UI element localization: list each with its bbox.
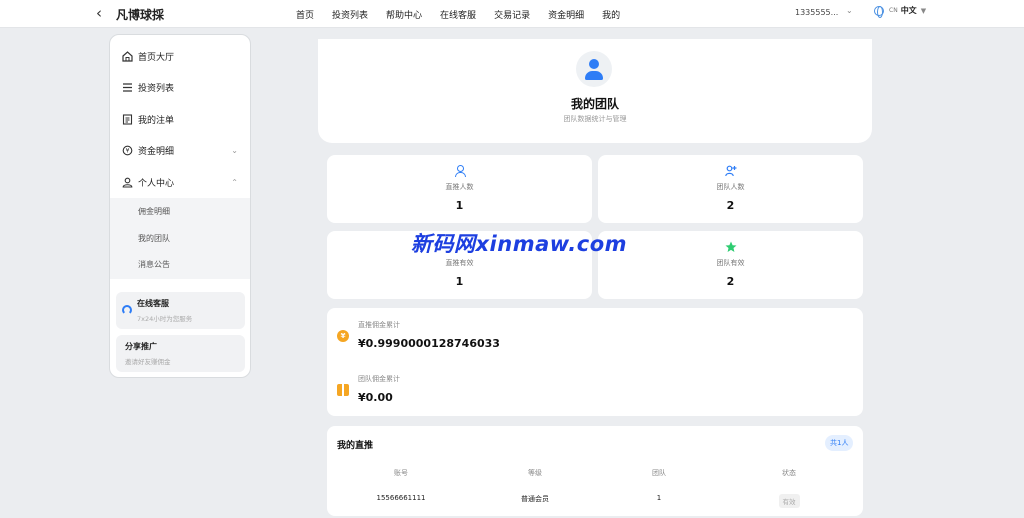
chevron-up-icon: ⌃: [231, 177, 238, 187]
count-badge: 共1人: [825, 435, 854, 451]
sidebar: 首页大厅 投资列表 我的注单 ¥ 资金明细 ⌄ 个人中心 ⌃ 佣金明细 我的团队…: [109, 34, 251, 378]
nav-transactions[interactable]: 交易记录: [494, 8, 530, 21]
nav-investments[interactable]: 投资列表: [332, 8, 368, 21]
page-subtitle: 团队数据统计与管理: [563, 115, 627, 123]
column-header-account: 账号: [394, 469, 408, 477]
sidebar-item-profile[interactable]: 个人中心 ⌃: [110, 168, 250, 196]
commission-card: ¥ 直推佣金累计 ¥0.9990000128746033 团队佣金累计 ¥0.0…: [327, 308, 863, 416]
submenu-announcements[interactable]: 消息公告: [138, 259, 170, 270]
brand-title: 凡博球採: [116, 8, 165, 22]
globe-icon: [874, 5, 884, 18]
caret-down-icon: ▼: [920, 6, 927, 15]
sidebar-item-home[interactable]: 首页大厅: [110, 42, 250, 70]
language-code: CN: [889, 7, 898, 14]
sidebar-item-funds[interactable]: ¥ 资金明细 ⌄: [110, 136, 250, 164]
direct-commission-value: ¥0.9990000128746033: [358, 337, 500, 350]
chevron-down-icon: ⌄: [231, 145, 238, 155]
stat-label: 团队有效: [716, 259, 745, 267]
submenu-commission[interactable]: 佣金明细: [138, 206, 170, 217]
stat-value: 2: [726, 199, 735, 212]
share-subtitle: 邀请好友赚佣金: [125, 358, 171, 366]
user-icon: [589, 59, 599, 69]
service-title: 在线客服: [137, 299, 169, 308]
profile-submenu: 佣金明细 我的团队 消息公告: [110, 198, 250, 279]
share-promo-card[interactable]: 分享推广 邀请好友赚佣金: [116, 335, 245, 372]
stat-value: 1: [455, 199, 464, 212]
sidebar-item-label: 资金明细: [138, 146, 175, 157]
direct-commission-label: 直推佣金累计: [358, 321, 400, 329]
nav-help[interactable]: 帮助中心: [386, 8, 422, 21]
user-add-icon: [598, 165, 863, 180]
cell-team: 1: [656, 494, 662, 502]
top-nav: 首页 投资列表 帮助中心 在线客服 交易记录 资金明细 我的: [296, 8, 638, 21]
sidebar-item-label: 个人中心: [138, 178, 175, 189]
user-icon: [121, 176, 133, 188]
chevron-down-icon[interactable]: ⌄: [846, 6, 853, 15]
home-icon: [121, 50, 133, 62]
service-subtitle: 7x24小时为您服务: [137, 315, 193, 323]
sidebar-item-label: 投资列表: [138, 83, 175, 94]
svg-text:¥: ¥: [125, 147, 129, 154]
stat-label: 团队人数: [716, 183, 745, 191]
list-icon: [121, 81, 133, 93]
online-service-card[interactable]: 在线客服 7x24小时为您服务: [116, 292, 245, 329]
nav-home[interactable]: 首页: [296, 8, 314, 21]
document-icon: [121, 113, 133, 125]
nav-mine[interactable]: 我的: [602, 8, 620, 21]
submenu-my-team[interactable]: 我的团队: [138, 233, 170, 244]
status-badge: 有效: [778, 494, 800, 508]
account-menu[interactable]: 1335555...: [795, 8, 838, 17]
stat-team-valid: 团队有效 2: [598, 231, 863, 299]
top-bar: ‹ 凡博球採 首页 投资列表 帮助中心 在线客服 交易记录 资金明细 我的 13…: [0, 0, 1024, 28]
cell-status: 有效: [722, 494, 856, 508]
sidebar-item-orders[interactable]: 我的注单: [110, 105, 250, 133]
avatar: [576, 51, 612, 87]
share-title: 分享推广: [125, 342, 157, 351]
language-selector[interactable]: CN 中文 ▼: [874, 5, 927, 18]
stat-value: 2: [726, 275, 735, 288]
stat-direct-count: 直推人数 1: [327, 155, 592, 223]
sidebar-item-label: 首页大厅: [138, 52, 175, 63]
column-header-level: 等级: [528, 469, 542, 477]
gift-icon: [337, 384, 349, 396]
coin-icon: ¥: [337, 330, 349, 342]
nav-funds[interactable]: 资金明细: [548, 8, 584, 21]
team-commission-label: 团队佣金累计: [358, 375, 400, 383]
stat-label: 直推人数: [445, 183, 474, 191]
cell-account: 15566661111: [376, 494, 426, 502]
section-title: 我的直推: [337, 441, 374, 451]
stat-label: 直推有效: [445, 259, 474, 267]
back-arrow-icon[interactable]: ‹: [96, 5, 102, 21]
headset-icon: [122, 305, 132, 315]
watermark-text: 新码网xinmaw.com: [411, 232, 628, 256]
nav-support[interactable]: 在线客服: [440, 8, 476, 21]
page-title: 我的团队: [570, 97, 619, 111]
cell-level: 普通会员: [521, 495, 549, 503]
star-icon: [598, 241, 863, 256]
user-icon: [327, 165, 592, 179]
sidebar-item-investments[interactable]: 投资列表: [110, 73, 250, 101]
sidebar-item-label: 我的注单: [138, 115, 175, 126]
stat-team-count: 团队人数 2: [598, 155, 863, 223]
column-header-team: 团队: [652, 469, 666, 477]
stat-value: 1: [455, 275, 464, 288]
direct-referrals-card: 我的直推 共1人 账号 等级 团队 状态 15566661111 普通会员 1 …: [327, 426, 863, 516]
language-name: 中文: [900, 6, 917, 15]
coin-icon: ¥: [121, 144, 133, 156]
team-commission-value: ¥0.00: [358, 391, 393, 404]
column-header-status: 状态: [782, 469, 796, 477]
team-header-card: 我的团队 团队数据统计与管理: [318, 39, 872, 143]
